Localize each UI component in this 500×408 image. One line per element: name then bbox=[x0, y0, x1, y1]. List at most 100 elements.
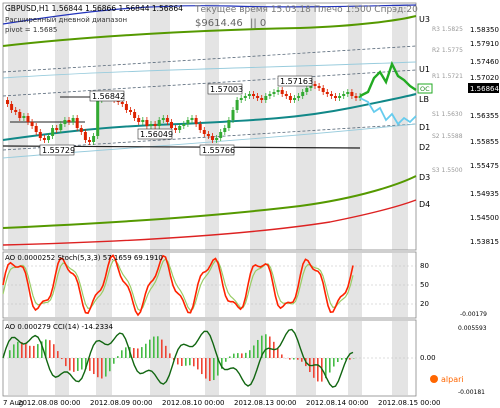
level-d4: D4 bbox=[419, 200, 430, 209]
ao-bar bbox=[37, 344, 39, 358]
ao-bar bbox=[169, 353, 171, 358]
ao-bar bbox=[225, 358, 227, 362]
price-tick: 1.53815 bbox=[470, 238, 499, 246]
stoch-axis-min: -0.00179 bbox=[460, 311, 487, 318]
ao-bar bbox=[105, 358, 107, 377]
ao-bar bbox=[133, 348, 135, 358]
candle-body bbox=[235, 100, 239, 110]
ao-bar bbox=[185, 358, 187, 366]
candle-body bbox=[297, 96, 301, 98]
candle-body bbox=[30, 122, 34, 126]
ao-bar bbox=[33, 345, 35, 358]
candle-body bbox=[354, 96, 358, 98]
candle-body bbox=[243, 96, 247, 98]
level-u1: U1 bbox=[419, 65, 430, 74]
session-stripe bbox=[205, 4, 219, 250]
candle-body bbox=[227, 120, 231, 128]
ao-bar bbox=[329, 358, 331, 373]
candle-body bbox=[124, 104, 128, 110]
price-annotations: 1.55729 1.56842 1.56049 1.55766 1.57003 … bbox=[39, 75, 313, 156]
ao-bar bbox=[281, 354, 283, 358]
svg-text:1.56842: 1.56842 bbox=[92, 92, 125, 101]
candle-body bbox=[55, 128, 59, 130]
session-stripe bbox=[8, 4, 28, 250]
price-tick: 1.54500 bbox=[470, 214, 499, 222]
balance: $9614.46 bbox=[195, 18, 243, 29]
ao-bar bbox=[153, 336, 155, 358]
ao-bar bbox=[245, 352, 247, 358]
ao-bar bbox=[117, 356, 119, 358]
candle-body bbox=[334, 96, 337, 98]
level-d2: D2 bbox=[419, 143, 430, 152]
candle-body bbox=[198, 124, 202, 130]
time-tick: 2012.08.14 00:00 bbox=[306, 399, 368, 407]
candle-body bbox=[129, 110, 132, 112]
time-tick: 2012.08.08 00:00 bbox=[18, 399, 80, 407]
candle-body bbox=[317, 86, 321, 88]
ao-axis-zero: 0.00 bbox=[420, 354, 436, 362]
ao-bar bbox=[109, 358, 111, 372]
ao-bar bbox=[301, 358, 303, 362]
svg-text:1.57003: 1.57003 bbox=[210, 85, 243, 94]
session-stripes bbox=[8, 4, 408, 395]
ao-bar bbox=[113, 358, 115, 364]
candle-body bbox=[276, 90, 280, 92]
ao-bar bbox=[229, 356, 231, 358]
candle-body bbox=[284, 94, 288, 96]
candle-body bbox=[239, 98, 243, 100]
candle-body bbox=[149, 124, 153, 126]
candle-body bbox=[63, 120, 67, 124]
session-stripe bbox=[150, 4, 170, 250]
price-axis: 1.58350 1.57910 1.57460 1.57020 1.56864 … bbox=[468, 26, 499, 246]
time-axis: 7 Aug 2012.08.08 00:00 2012.08.09 00:00 … bbox=[3, 399, 440, 407]
pivot-label: pivot = 1.5685 bbox=[5, 26, 57, 34]
price-tick: 1.56355 bbox=[470, 112, 499, 120]
candle-body bbox=[264, 96, 268, 100]
balance-extra: || 0 bbox=[250, 18, 266, 29]
ao-bar bbox=[333, 358, 335, 367]
candle-body bbox=[350, 92, 354, 96]
ao-bar bbox=[249, 350, 251, 358]
current-price: 1.56864 bbox=[470, 85, 499, 93]
candle-body bbox=[313, 84, 317, 86]
label-s1: S1 1.5630 bbox=[432, 111, 463, 118]
candle-body bbox=[10, 104, 14, 110]
time-tick: 2012.08.13 00:00 bbox=[234, 399, 296, 407]
ao-bar bbox=[233, 353, 235, 358]
candle-body bbox=[346, 92, 350, 94]
time-tick: 2012.08.15 00:00 bbox=[378, 399, 440, 407]
stoch-label: AO 0.0000252 Stoch(5,3,3) 57.1659 69.191… bbox=[5, 254, 163, 262]
annotation-2: 1.56842 bbox=[89, 90, 125, 102]
candle-body bbox=[260, 98, 264, 100]
level-lb: LB bbox=[419, 95, 429, 104]
annotation-5: 1.57003 bbox=[207, 83, 243, 95]
candle-body bbox=[14, 110, 18, 112]
candle-body bbox=[219, 132, 223, 138]
ao-bar bbox=[313, 358, 315, 378]
candle-body bbox=[92, 136, 96, 142]
chart-canvas[interactable]: 1.55729 1.56842 1.56049 1.55766 1.57003 … bbox=[0, 0, 500, 408]
ao-axis-bottom: -0.00181 bbox=[458, 389, 485, 396]
candle-body bbox=[42, 138, 46, 140]
ao-bar bbox=[241, 353, 243, 358]
candle-body bbox=[206, 134, 210, 136]
svg-text:1.57163: 1.57163 bbox=[280, 77, 313, 86]
candle-body bbox=[26, 116, 30, 122]
time-spread: Текущее время 15.03.18 Плечо 1:500 Спрэд… bbox=[194, 5, 418, 15]
candle-body bbox=[293, 98, 296, 100]
ao-bar bbox=[89, 358, 91, 371]
level-u3: U3 bbox=[419, 15, 430, 24]
ao-bar bbox=[69, 358, 71, 371]
ao-bar bbox=[189, 358, 191, 366]
ao-bar bbox=[201, 358, 203, 375]
stoch-panel: AO 0.0000252 Stoch(5,3,3) 57.1659 69.191… bbox=[2, 254, 487, 318]
ao-bar bbox=[297, 358, 299, 360]
ao-bar bbox=[145, 343, 147, 358]
ao-bar bbox=[57, 351, 59, 358]
ao-bar bbox=[213, 358, 215, 381]
candle-body bbox=[342, 94, 346, 96]
candle-body bbox=[165, 118, 169, 122]
candle-body bbox=[174, 128, 178, 130]
price-tick: 1.57020 bbox=[470, 74, 499, 82]
symbol-line: GBPUSD,H1 1.56844 1.56866 1.56844 1.5686… bbox=[5, 4, 183, 13]
